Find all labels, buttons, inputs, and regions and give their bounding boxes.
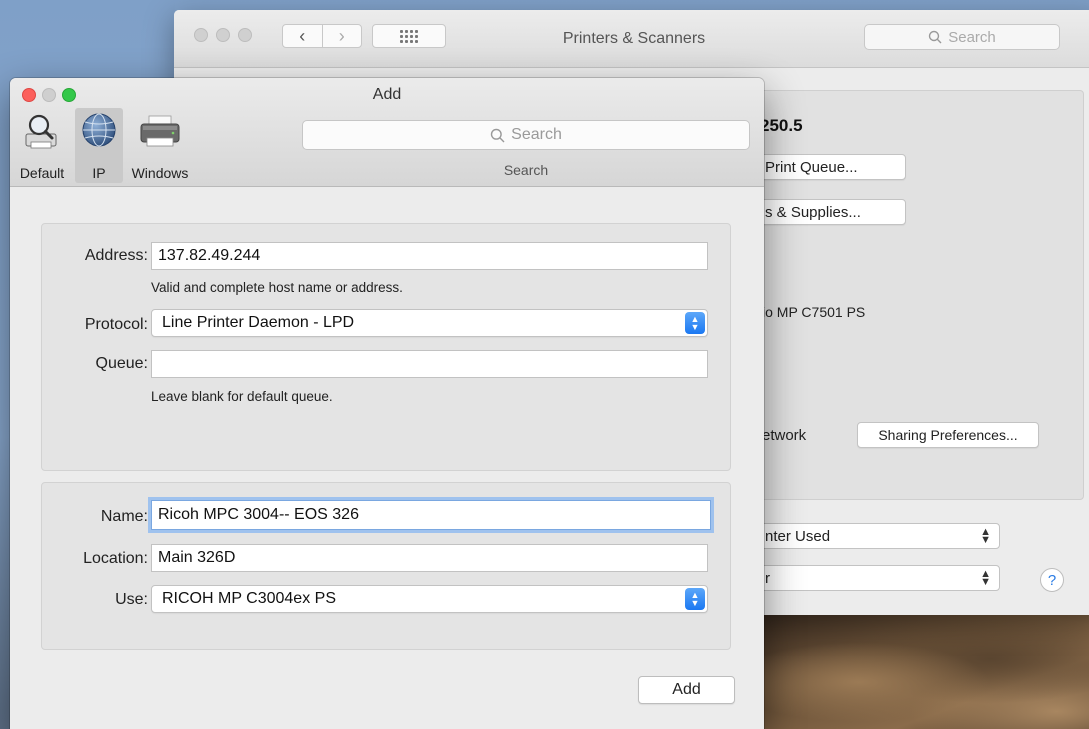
default-printer-value: nter Used bbox=[765, 527, 831, 545]
toolbar-default-label: Default bbox=[19, 165, 65, 181]
dialog-title: Add bbox=[372, 86, 402, 103]
updown-chevron-icon: ▲ ▼ bbox=[685, 312, 705, 334]
minimize-button-inactive[interactable] bbox=[216, 28, 230, 42]
toolbar-windows[interactable]: Windows bbox=[124, 108, 196, 183]
queue-field[interactable] bbox=[151, 350, 708, 378]
location-field[interactable]: Main 326D bbox=[151, 544, 708, 572]
add-printer-dialog: Add Default IP Windows Search Search Add… bbox=[10, 78, 764, 729]
dialog-search-field[interactable]: Search bbox=[302, 120, 750, 150]
address-hint: Valid and complete host name or address. bbox=[151, 280, 403, 295]
window-title: Printers & Scanners bbox=[562, 30, 706, 47]
address-field[interactable]: 137.82.49.244 bbox=[151, 242, 708, 270]
default-paper-select[interactable]: r ▲ ▼ bbox=[748, 565, 1000, 591]
back-titlebar: ‹ › Printers & Scanners Search bbox=[174, 10, 1089, 68]
connection-settings-box: Address: 137.82.49.244 Valid and complet… bbox=[41, 223, 731, 471]
zoom-button-inactive[interactable] bbox=[238, 28, 252, 42]
default-printer-icon bbox=[25, 114, 57, 149]
help-button[interactable]: ? bbox=[1040, 568, 1064, 592]
add-toolbar: Add Default IP Windows Search Search bbox=[10, 78, 764, 187]
queue-hint: Leave blank for default queue. bbox=[151, 389, 333, 404]
chevron-right-icon: › bbox=[338, 25, 345, 46]
address-value: 137.82.49.244 bbox=[158, 247, 261, 264]
updown-chevron-icon: ▲ ▼ bbox=[980, 526, 991, 546]
location-label: Location: bbox=[83, 550, 148, 567]
sharing-preferences-button[interactable]: Sharing Preferences... bbox=[857, 422, 1039, 448]
back-search-placeholder: Search bbox=[948, 28, 996, 46]
name-value: Ricoh MPC 3004-- EOS 326 bbox=[158, 506, 359, 523]
protocol-label: Protocol: bbox=[84, 316, 148, 333]
printer-details-box: Name: Ricoh MPC 3004-- EOS 326 Location:… bbox=[41, 482, 731, 650]
name-label: Name: bbox=[100, 508, 148, 525]
chevron-left-icon: ‹ bbox=[299, 25, 306, 46]
grid-icon bbox=[400, 29, 418, 43]
search-icon bbox=[490, 128, 505, 142]
queue-label: Queue: bbox=[95, 355, 148, 372]
add-button[interactable]: Add bbox=[638, 676, 735, 704]
protocol-popup[interactable]: Line Printer Daemon - LPD ▲ ▼ bbox=[151, 309, 708, 337]
toolbar-windows-label: Windows bbox=[131, 165, 189, 181]
share-network-label: etwork bbox=[762, 427, 807, 444]
search-toolbar-label: Search bbox=[503, 162, 549, 178]
options-supplies-button[interactable]: s & Supplies... bbox=[748, 199, 906, 225]
printer-name-heading: 250.5 bbox=[760, 116, 803, 135]
updown-chevron-icon: ▲ ▼ bbox=[685, 588, 705, 610]
updown-chevron-icon: ▲ ▼ bbox=[980, 568, 991, 588]
use-driver-value: RICOH MP C3004ex PS bbox=[162, 590, 336, 607]
close-button-inactive[interactable] bbox=[194, 28, 208, 42]
toolbar-ip[interactable]: IP bbox=[75, 108, 123, 183]
search-icon bbox=[929, 30, 942, 44]
printer-kind-value: io MP C7501 PS bbox=[762, 304, 866, 320]
default-paper-value: r bbox=[765, 569, 770, 587]
options-supplies-label: s & Supplies... bbox=[765, 203, 861, 221]
open-print-queue-button[interactable]: Print Queue... bbox=[748, 154, 906, 180]
globe-icon bbox=[82, 113, 116, 147]
desktop-wallpaper bbox=[760, 612, 1089, 729]
windows-printer-icon bbox=[140, 115, 180, 147]
name-field[interactable]: Ricoh MPC 3004-- EOS 326 bbox=[151, 500, 711, 530]
toolbar-default[interactable]: Default bbox=[10, 108, 74, 183]
open-print-queue-label: Print Queue... bbox=[765, 158, 858, 176]
protocol-value: Line Printer Daemon - LPD bbox=[162, 314, 355, 331]
sharing-preferences-label: Sharing Preferences... bbox=[878, 427, 1018, 443]
default-printer-select[interactable]: nter Used ▲ ▼ bbox=[748, 523, 1000, 549]
address-label: Address: bbox=[84, 247, 148, 264]
back-button[interactable]: ‹ bbox=[283, 25, 322, 47]
use-driver-popup[interactable]: RICOH MP C3004ex PS ▲ ▼ bbox=[151, 585, 708, 613]
location-value: Main 326D bbox=[158, 549, 236, 566]
back-search-field[interactable]: Search bbox=[864, 24, 1060, 50]
dialog-search-placeholder: Search bbox=[511, 126, 562, 143]
back-forward-group: ‹ › bbox=[282, 24, 362, 48]
show-all-button[interactable] bbox=[372, 24, 446, 48]
forward-button[interactable]: › bbox=[321, 25, 362, 47]
toolbar-ip-label: IP bbox=[92, 165, 106, 181]
add-button-label: Add bbox=[672, 681, 701, 698]
use-label: Use: bbox=[115, 591, 148, 608]
